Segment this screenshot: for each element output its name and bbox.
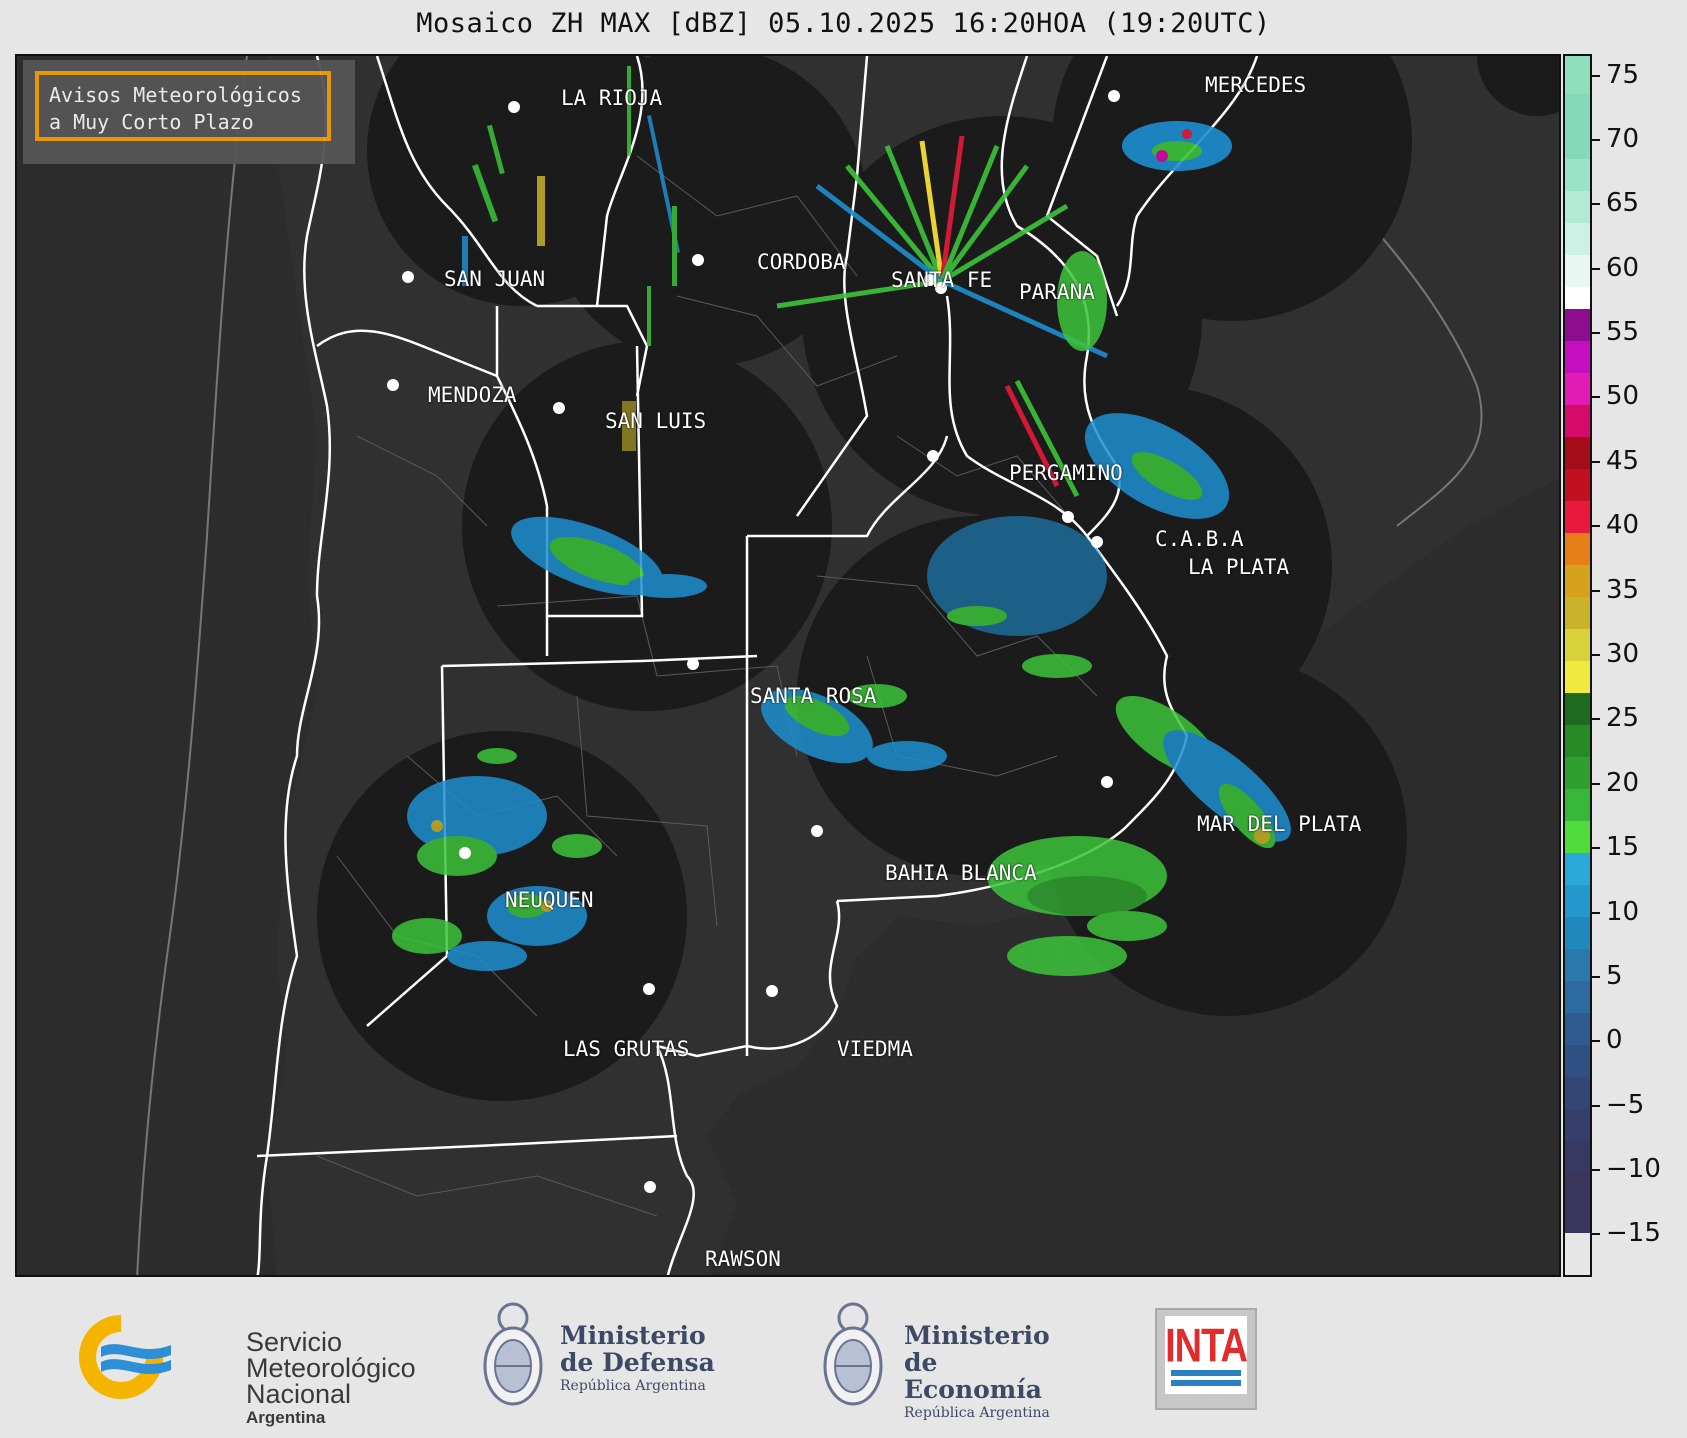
- badge-line1: Avisos Meteorológicos: [49, 83, 302, 107]
- alert-badge-frame: Avisos Meteorológicos a Muy Corto Plazo: [35, 71, 331, 141]
- coat-of-arms-icon: [823, 1302, 883, 1406]
- city-label-la-plata: LA PLATA: [1188, 555, 1290, 579]
- colorbar-tick: 75: [1592, 60, 1639, 90]
- colorbar-tick: −5: [1592, 1090, 1644, 1120]
- smn-logo[interactable]: Servicio Meteorológico Nacional Argentin…: [66, 1307, 416, 1427]
- smn-emblem-icon: [79, 1315, 171, 1399]
- inta-wordmark: INTA: [1165, 1320, 1248, 1373]
- colorbar-tick: 10: [1592, 897, 1639, 927]
- colorbar-tick: 20: [1592, 768, 1639, 798]
- colorbar-tick: 25: [1592, 703, 1639, 733]
- city-label-neuquen: NEUQUEN: [505, 888, 594, 912]
- footer-logos: Servicio Meteorológico Nacional Argentin…: [0, 1282, 1687, 1438]
- economia-name: Ministerio de Economía República Argenti…: [904, 1321, 1050, 1421]
- smn-name: Servicio Meteorológico Nacional Argentin…: [246, 1327, 416, 1428]
- inta-logo[interactable]: INTA: [1155, 1308, 1257, 1410]
- colorbar-tick: −10: [1592, 1154, 1661, 1184]
- colorbar-tick: −15: [1592, 1218, 1661, 1248]
- city-label-parana: PARANA: [1019, 280, 1095, 304]
- colorbar-tick: 15: [1592, 832, 1639, 862]
- city-label-santa-rosa: SANTA ROSA: [750, 684, 877, 708]
- city-label-pergamino: PERGAMINO: [1009, 461, 1123, 485]
- city-label-caba: C.A.B.A: [1155, 527, 1244, 551]
- city-label-las-grutas: LAS GRUTAS: [563, 1037, 690, 1061]
- city-label-san-luis: SAN LUIS: [605, 409, 707, 433]
- city-label-santa-fe: SANTA FE: [891, 268, 993, 292]
- city-label-viedma: VIEDMA: [837, 1037, 913, 1061]
- coat-of-arms-icon: [483, 1302, 543, 1406]
- city-label-rawson: RAWSON: [705, 1247, 781, 1271]
- colorbar-tick: 65: [1592, 188, 1639, 218]
- colorbar-tick: 45: [1592, 446, 1639, 476]
- ministerio-economia-logo[interactable]: Ministerio de Economía República Argenti…: [818, 1294, 1078, 1424]
- city-label-mercedes: MERCEDES: [1205, 73, 1307, 97]
- city-label-cordoba: CORDOBA: [757, 250, 846, 274]
- colorbar-tick: 30: [1592, 639, 1639, 669]
- ministerio-defensa-logo[interactable]: Ministerio de Defensa República Argentin…: [478, 1294, 718, 1424]
- map-title: Mosaico ZH MAX [dBZ] 05.10.2025 16:20HOA…: [416, 8, 1271, 39]
- alert-badge: Avisos Meteorológicos a Muy Corto Plazo: [23, 60, 355, 164]
- city-label-la-rioja: LA RIOJA: [561, 86, 663, 110]
- colorbar-tick: 40: [1592, 510, 1639, 540]
- colorbar-tick: 0: [1592, 1025, 1623, 1055]
- badge-line2: a Muy Corto Plazo: [49, 110, 254, 134]
- colorbar-tick: 60: [1592, 253, 1639, 283]
- colorbar-tick: 35: [1592, 575, 1639, 605]
- colorbar-tick: 50: [1592, 381, 1639, 411]
- colorbar-tick: 70: [1592, 124, 1639, 154]
- colorbar-tick: 5: [1592, 961, 1623, 991]
- city-label-mar-del-plata: MAR DEL PLATA: [1197, 812, 1362, 836]
- city-label-san-juan: SAN JUAN: [444, 267, 546, 291]
- city-label-mendoza: MENDOZA: [428, 383, 517, 407]
- radar-map[interactable]: [15, 54, 1561, 1277]
- dbz-colorbar: [1563, 54, 1592, 1277]
- defensa-name: Ministerio de Defensa República Argentin…: [560, 1321, 715, 1394]
- city-label-bahia-blanca: BAHIA BLANCA: [885, 861, 1037, 885]
- colorbar-tick: 55: [1592, 317, 1639, 347]
